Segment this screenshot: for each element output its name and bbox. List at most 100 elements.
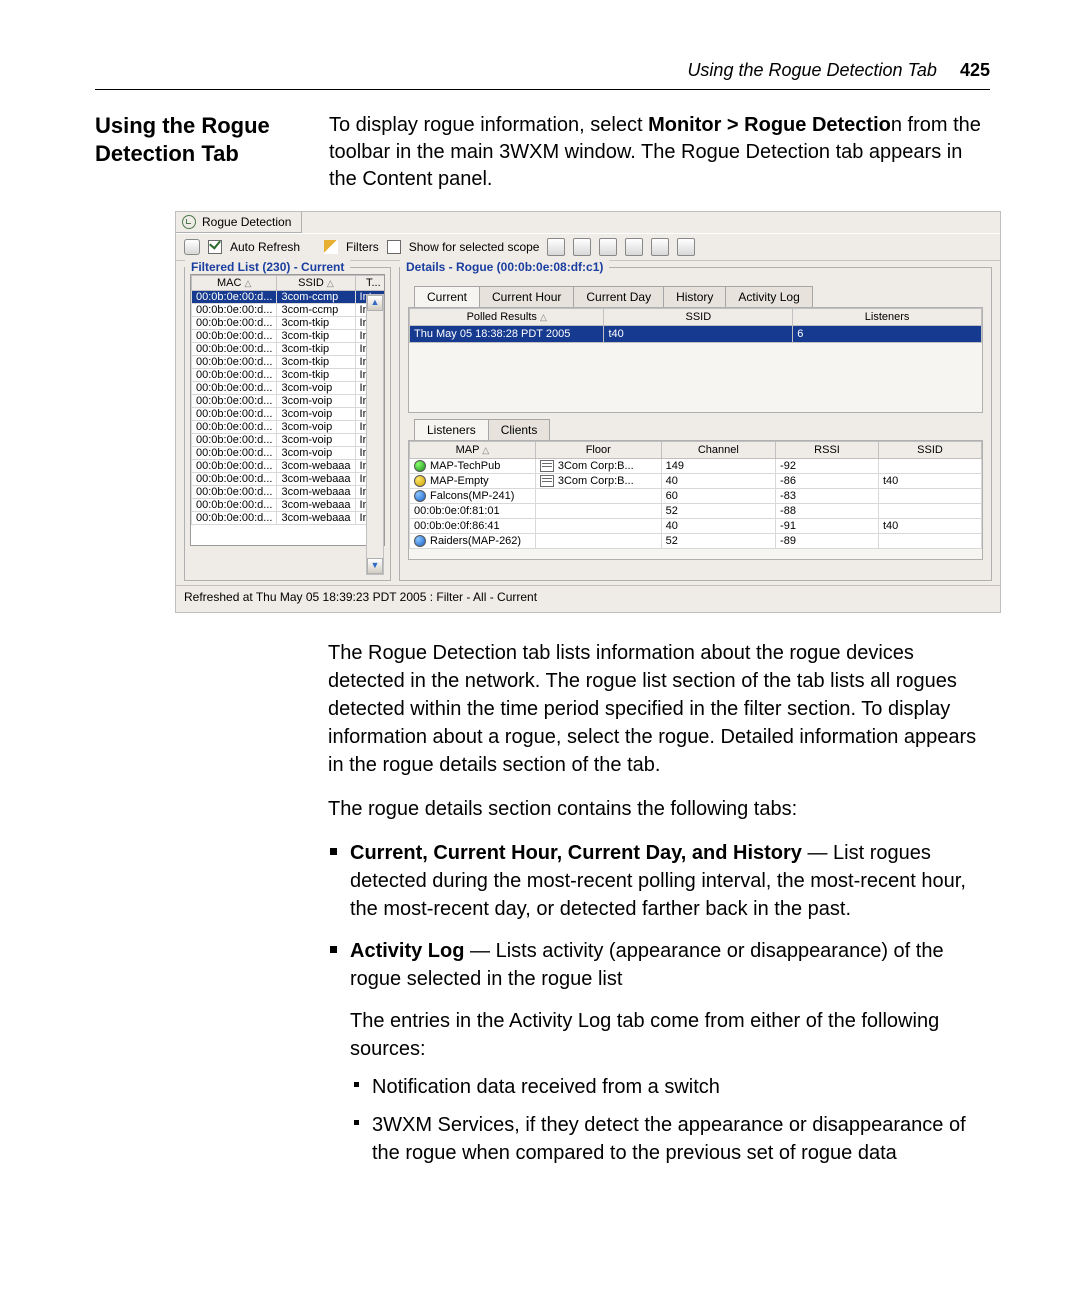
status-dot-icon [414, 460, 426, 472]
table-row[interactable]: 00:0b:0e:00:d...3com-tkipInte... [192, 356, 386, 369]
sub-bullet-list: Notification data received from a switch… [350, 1073, 990, 1167]
section-title: Using the Rogue Detection Tab [95, 112, 295, 167]
paragraph-1: The Rogue Detection tab lists informatio… [328, 639, 990, 779]
polled-box: Polled Results △ SSID Listeners Thu May … [408, 307, 983, 413]
col-channel[interactable]: Channel [661, 442, 775, 459]
list-item: Notification data received from a switch [372, 1073, 990, 1101]
scope-checkbox[interactable] [387, 240, 401, 254]
intro-paragraph: To display rogue information, select Mon… [329, 112, 990, 193]
status-dot-icon [414, 535, 426, 547]
list-item: 3WXM Services, if they detect the appear… [372, 1111, 990, 1167]
toolbar-icon-4[interactable] [625, 238, 643, 256]
polled-results-table[interactable]: Polled Results △ SSID Listeners Thu May … [409, 308, 982, 343]
details-title: Details - Rogue (00:0b:0e:08:df:c1) [400, 260, 609, 274]
list-item: Current, Current Hour, Current Day, and … [350, 839, 990, 923]
polled-ssid: t40 [604, 326, 793, 343]
tab-current-day[interactable]: Current Day [573, 286, 664, 307]
table-row[interactable]: 00:0b:0e:00:d...3com-webaaaInte... [192, 499, 386, 512]
window-tab-label: Rogue Detection [202, 215, 291, 229]
col-floor[interactable]: Floor [535, 442, 661, 459]
autorefresh-label: Auto Refresh [230, 240, 300, 254]
floor-icon [540, 475, 554, 487]
filtered-list-title: Filtered List (230) - Current [185, 260, 350, 274]
status-dot-icon [414, 475, 426, 487]
refresh-icon[interactable] [184, 239, 200, 255]
table-row[interactable]: 00:0b:0e:00:d...3com-ccmpInte... [192, 291, 386, 304]
col-map[interactable]: MAP △ [410, 442, 536, 459]
window-tab[interactable]: Rogue Detection [176, 212, 302, 233]
col-ssid2[interactable]: SSID [604, 309, 793, 326]
table-row[interactable]: 00:0b:0e:00:d...3com-webaaaInte... [192, 460, 386, 473]
table-row[interactable]: 00:0b:0e:00:d...3com-tkipInte... [192, 369, 386, 382]
toolbar-icon-6[interactable] [677, 238, 695, 256]
col-polled[interactable]: Polled Results △ [410, 309, 604, 326]
status-bar: Refreshed at Thu May 05 18:39:23 PDT 200… [176, 585, 1000, 612]
filtered-list-table[interactable]: MAC △ SSID △ T... 00:0b:0e:00:d...3com-c… [191, 275, 385, 525]
scrollbar[interactable]: ▲ ▼ [366, 294, 384, 575]
status-dot-icon [414, 490, 426, 502]
toolbar-icon-2[interactable] [573, 238, 591, 256]
floor-icon [540, 460, 554, 472]
col-listeners[interactable]: Listeners [793, 309, 982, 326]
intro-pre: To display rogue information, select [329, 114, 648, 136]
paragraph-2: The rogue details section contains the f… [328, 795, 990, 823]
table-row[interactable]: 00:0b:0e:00:d...3com-voipInte... [192, 408, 386, 421]
scope-label: Show for selected scope [409, 240, 540, 254]
header-rule [95, 89, 990, 90]
table-row[interactable]: 00:0b:0e:00:d...3com-voipInte... [192, 447, 386, 460]
table-row[interactable]: 00:0b:0e:00:d...3com-tkipInte... [192, 330, 386, 343]
table-row[interactable]: 00:0b:0e:00:d...3com-webaaaInte... [192, 512, 386, 525]
table-row[interactable]: 00:0b:0e:00:d...3com-voipInte... [192, 382, 386, 395]
pencil-icon[interactable] [324, 240, 338, 254]
polled-listeners: 6 [793, 326, 982, 343]
autorefresh-checkbox[interactable] [208, 240, 222, 254]
table-row[interactable]: 00:0b:0e:00:d...3com-tkipInte... [192, 317, 386, 330]
tab-current-hour[interactable]: Current Hour [479, 286, 574, 307]
toolbar-icon-5[interactable] [651, 238, 669, 256]
listener-tabs: Listeners Clients [414, 419, 991, 440]
toolbar-icon-3[interactable] [599, 238, 617, 256]
table-row[interactable]: 00:0b:0e:0f:81:0152-88 [410, 504, 982, 519]
running-header: Using the Rogue Detection Tab 425 [95, 60, 990, 81]
table-row[interactable]: Falcons(MP-241)60-83 [410, 489, 982, 504]
tab-activity-log[interactable]: Activity Log [725, 286, 812, 307]
tab-clients[interactable]: Clients [488, 419, 551, 440]
bullet-1-bold: Current, Current Hour, Current Day, and … [350, 842, 802, 864]
listeners-box: MAP △ Floor Channel RSSI SSID MAP-TechPu… [408, 440, 983, 560]
page-number: 425 [960, 60, 990, 80]
scroll-up-button[interactable]: ▲ [367, 295, 383, 311]
table-row[interactable]: Thu May 05 18:38:28 PDT 2005 t40 6 [410, 326, 982, 343]
bullet-2-paragraph: The entries in the Activity Log tab come… [350, 1007, 990, 1063]
table-row[interactable]: 00:0b:0e:00:d...3com-ccmpInte... [192, 304, 386, 317]
bullet-list: Current, Current Hour, Current Day, and … [328, 839, 990, 1167]
table-row[interactable]: 00:0b:0e:00:d...3com-voipInte... [192, 395, 386, 408]
radar-icon [182, 215, 196, 229]
col-ssid[interactable]: SSID △ [277, 276, 355, 291]
col-ssid3[interactable]: SSID [879, 442, 982, 459]
table-row[interactable]: 00:0b:0e:00:d...3com-webaaaInte... [192, 486, 386, 499]
table-row[interactable]: MAP-TechPub3Com Corp:B...149-92 [410, 459, 982, 474]
tab-history[interactable]: History [663, 286, 726, 307]
tab-listeners[interactable]: Listeners [414, 419, 489, 440]
detail-tabs: Current Current Hour Current Day History… [414, 286, 991, 307]
tab-current[interactable]: Current [414, 286, 480, 307]
table-row[interactable]: 00:0b:0e:00:d...3com-voipInte... [192, 434, 386, 447]
filtered-list-panel: Filtered List (230) - Current MAC △ SSID… [184, 267, 391, 581]
bullet-2-bold: Activity Log [350, 940, 464, 962]
table-row[interactable]: Raiders(MAP-262)52-89 [410, 534, 982, 549]
table-row[interactable]: MAP-Empty3Com Corp:B...40-86t40 [410, 474, 982, 489]
col-type[interactable]: T... [355, 276, 385, 291]
toolbar-icon-1[interactable] [547, 238, 565, 256]
table-row[interactable]: 00:0b:0e:00:d...3com-webaaaInte... [192, 473, 386, 486]
details-panel: Details - Rogue (00:0b:0e:08:df:c1) Curr… [399, 267, 992, 581]
table-row[interactable]: 00:0b:0e:0f:86:4140-91t40 [410, 519, 982, 534]
scroll-down-button[interactable]: ▼ [367, 558, 383, 574]
rogue-detection-screenshot: Rogue Detection Auto Refresh Filters Sho… [175, 211, 1001, 613]
list-item: Activity Log — Lists activity (appearanc… [350, 937, 990, 1167]
table-row[interactable]: 00:0b:0e:00:d...3com-tkipInte... [192, 343, 386, 356]
col-rssi[interactable]: RSSI [776, 442, 879, 459]
intro-bold: Monitor > Rogue Detectio [648, 114, 891, 136]
col-mac[interactable]: MAC △ [192, 276, 277, 291]
table-row[interactable]: 00:0b:0e:00:d...3com-voipInte... [192, 421, 386, 434]
listeners-table[interactable]: MAP △ Floor Channel RSSI SSID MAP-TechPu… [409, 441, 982, 549]
